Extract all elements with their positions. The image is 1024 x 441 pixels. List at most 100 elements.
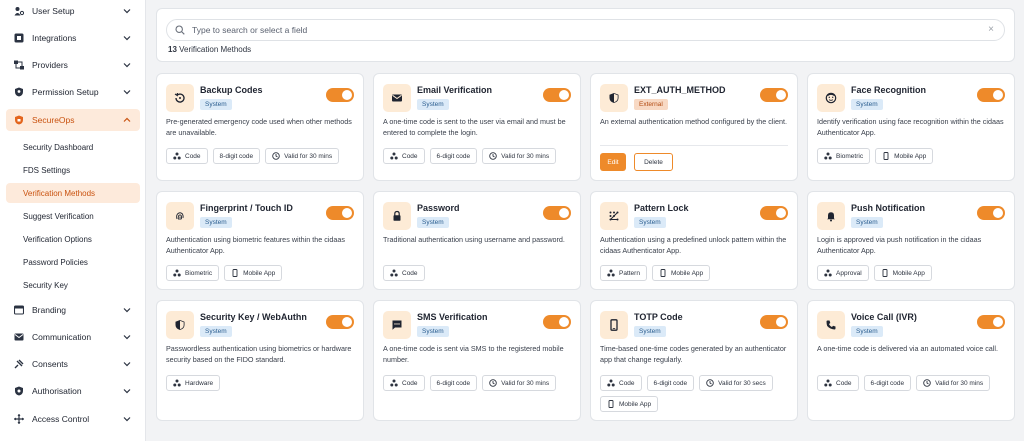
enable-toggle[interactable] <box>326 315 354 329</box>
card-title: Password <box>417 203 460 213</box>
shield-icon <box>14 115 24 125</box>
sidebar-item-permission-setup[interactable]: Permission Setup <box>6 81 140 103</box>
user-setup-icon <box>14 6 24 16</box>
status-badge: System <box>634 217 666 228</box>
status-badge: External <box>634 99 668 110</box>
sidebar-subitem-fds-settings[interactable]: FDS Settings <box>6 160 140 180</box>
sidebar-subitem-password-policies[interactable]: Password Policies <box>6 252 140 272</box>
tag-chip: Mobile App <box>224 265 283 281</box>
close-icon[interactable]: × <box>986 25 996 35</box>
status-badge: System <box>634 326 666 337</box>
method-card-face-recognition[interactable]: Face Recognition System Identify verific… <box>807 73 1015 181</box>
fingerprint-icon <box>166 202 194 230</box>
search-field[interactable]: × <box>166 19 1005 41</box>
tag-chip: Valid for 30 mins <box>916 375 991 391</box>
mobile-icon <box>600 311 628 339</box>
status-badge: System <box>417 217 449 228</box>
sidebar-item-authorisation[interactable]: Authorisation <box>6 380 140 402</box>
method-card-pattern-lock[interactable]: Pattern Lock System Authentication using… <box>590 191 798 290</box>
permission-icon <box>14 87 24 97</box>
enable-toggle[interactable] <box>326 88 354 102</box>
enable-toggle[interactable] <box>760 315 788 329</box>
sidebar-subitem-label: Suggest Verification <box>23 211 94 221</box>
enable-toggle[interactable] <box>977 206 1005 220</box>
status-badge: System <box>851 217 883 228</box>
sidebar: User Setup Integrations Providers Permis… <box>0 0 146 441</box>
method-card-push-notification[interactable]: Push Notification System Login is approv… <box>807 191 1015 290</box>
card-title: Email Verification <box>417 85 493 95</box>
code-icon <box>173 379 181 387</box>
code-icon <box>824 269 832 277</box>
tag-label: Valid for 30 secs <box>718 379 766 387</box>
method-card-ext-auth-method[interactable]: EXT_AUTH_METHOD External An external aut… <box>590 73 798 181</box>
tag-label: 8-digit code <box>219 152 254 160</box>
tag-label: 6-digit code <box>436 379 471 387</box>
method-card-security-key[interactable]: Security Key / WebAuthn System Passwordl… <box>156 300 364 421</box>
sidebar-item-consents[interactable]: Consents <box>6 353 140 375</box>
enable-toggle[interactable] <box>977 88 1005 102</box>
tag-chip: Biometric <box>166 265 220 281</box>
card-title: Push Notification <box>851 203 925 213</box>
method-card-password[interactable]: Password System Traditional authenticati… <box>373 191 581 290</box>
enable-toggle[interactable] <box>760 88 788 102</box>
sidebar-subitem-label: Security Key <box>23 280 68 290</box>
access-control-icon <box>14 414 24 424</box>
sidebar-item-access-control[interactable]: Access Control <box>6 408 140 430</box>
sidebar-subitem-security-key[interactable]: Security Key <box>6 275 140 295</box>
sidebar-subitem-verification-methods[interactable]: Verification Methods <box>6 183 140 203</box>
sidebar-item-label: SecureOps <box>32 115 75 125</box>
enable-toggle[interactable] <box>543 315 571 329</box>
card-title: Face Recognition <box>851 85 927 95</box>
sidebar-item-user-setup[interactable]: User Setup <box>6 0 140 22</box>
sidebar-item-branding[interactable]: Branding <box>6 299 140 321</box>
mail-icon <box>383 84 411 112</box>
enable-toggle[interactable] <box>760 206 788 220</box>
card-description: Authentication using biometric features … <box>166 235 345 255</box>
clock-icon <box>489 152 497 160</box>
sidebar-item-label: Consents <box>32 359 68 369</box>
tag-chip: 6-digit code <box>646 375 695 391</box>
sidebar-item-providers[interactable]: Providers <box>6 54 140 76</box>
integrations-icon <box>14 33 24 43</box>
sidebar-item-secureops[interactable]: SecureOps <box>6 109 140 131</box>
search-panel: × 13 Verification Methods <box>156 8 1015 62</box>
tag-label: Valid for 30 mins <box>501 379 550 387</box>
sidebar-subitem-verification-options[interactable]: Verification Options <box>6 229 140 249</box>
enable-toggle[interactable] <box>326 206 354 220</box>
method-card-sms-verification[interactable]: SMS Verification System A one-time code … <box>373 300 581 421</box>
edit-button[interactable]: Edit <box>600 153 626 171</box>
card-title: SMS Verification <box>417 312 488 322</box>
clock-icon <box>489 379 497 387</box>
tag-label: Mobile App <box>619 400 652 408</box>
enable-toggle[interactable] <box>543 88 571 102</box>
sidebar-subitem-security-dashboard[interactable]: Security Dashboard <box>6 137 140 157</box>
sidebar-item-communication[interactable]: Communication <box>6 326 140 348</box>
enable-toggle[interactable] <box>977 315 1005 329</box>
method-card-voice-call[interactable]: Voice Call (IVR) System A one-time code … <box>807 300 1015 421</box>
method-card-totp-code[interactable]: TOTP Code System Time-based one-time cod… <box>590 300 798 421</box>
chevron-down-icon <box>122 60 132 70</box>
card-description: Time-based one-time codes generated by a… <box>600 344 787 364</box>
tag-label: Valid for 30 mins <box>501 152 550 160</box>
chevron-down-icon <box>122 6 132 16</box>
card-tags: Approval Mobile App <box>817 265 1012 281</box>
face-icon <box>817 84 845 112</box>
method-card-backup-codes[interactable]: Backup Codes System Pre-generated emerge… <box>156 73 364 181</box>
method-card-email-verification[interactable]: Email Verification System A one-time cod… <box>373 73 581 181</box>
status-badge: System <box>200 217 232 228</box>
tag-chip: Valid for 30 mins <box>265 148 340 164</box>
card-description: A one-time code is delivered via an auto… <box>817 344 998 353</box>
enable-toggle[interactable] <box>543 206 571 220</box>
search-input[interactable] <box>192 25 972 35</box>
sidebar-subitem-suggest-verification[interactable]: Suggest Verification <box>6 206 140 226</box>
method-card-fingerprint[interactable]: Fingerprint / Touch ID System Authentica… <box>156 191 364 290</box>
delete-button[interactable]: Delete <box>634 153 673 171</box>
sidebar-subitem-label: Security Dashboard <box>23 142 94 152</box>
tag-label: Approval <box>836 269 862 277</box>
code-icon <box>824 152 832 160</box>
sidebar-item-label: Integrations <box>32 33 77 43</box>
mobile-icon <box>881 269 889 277</box>
card-tags: Code 6-digit code Valid for 30 secs Mobi… <box>600 375 800 412</box>
sidebar-item-integrations[interactable]: Integrations <box>6 27 140 49</box>
mobile-icon <box>882 152 890 160</box>
